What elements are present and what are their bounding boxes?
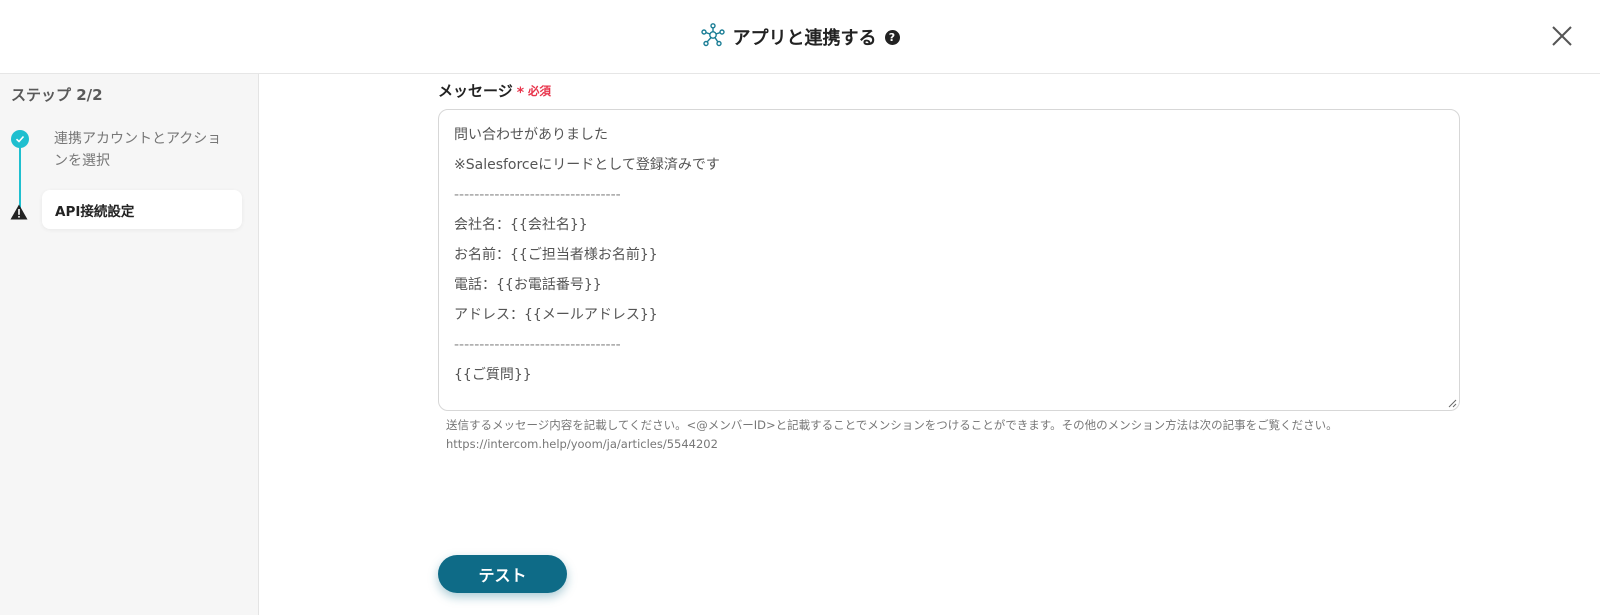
message-field-label: メッセージ * 必須: [438, 80, 551, 101]
test-button[interactable]: テスト: [438, 555, 567, 593]
message-line: 会社名：{{会社名}}: [454, 217, 588, 233]
message-line: 電話：{{お電話番号}}: [454, 277, 602, 293]
message-line: 問い合わせがありました: [454, 127, 608, 143]
help-icon[interactable]: ?: [884, 29, 900, 45]
message-line: ※Salesforceにリードとして登録済みです: [454, 157, 720, 173]
step-item-account-action[interactable]: 連携アカウントとアクションを選択: [54, 128, 234, 172]
message-line: ---------------------------------: [454, 187, 621, 203]
hint-text: 送信するメッセージ内容を記載してください。<@メンバーID>と記載することでメン…: [446, 418, 1338, 432]
modal-title: アプリと連携する: [732, 28, 877, 49]
message-line: {{ご質問}}: [454, 367, 532, 383]
close-button[interactable]: [1546, 20, 1578, 52]
message-line: アドレス：{{メールアドレス}}: [454, 307, 658, 323]
modal-header: アプリと連携する ?: [0, 0, 1600, 74]
check-circle-icon: [11, 130, 29, 148]
step-counter: ステップ 2/2: [11, 86, 103, 104]
close-icon: [1552, 26, 1572, 46]
header-title-group: アプリと連携する ?: [0, 0, 1600, 74]
hint-link[interactable]: https://intercom.help/yoom/ja/articles/5…: [446, 435, 1446, 454]
message-hint: 送信するメッセージ内容を記載してください。<@メンバーID>と記載することでメン…: [446, 416, 1446, 454]
message-line: お名前：{{ご担当者様お名前}}: [454, 247, 658, 263]
step-item-api-settings[interactable]: API接続設定: [42, 190, 242, 229]
step-sidebar: ステップ 2/2 連携アカウントとアクションを選択 API接続設定: [0, 74, 259, 615]
message-textarea[interactable]: 問い合わせがありました ※Salesforceにリードとして登録済みです ---…: [438, 109, 1460, 411]
required-label: 必須: [528, 83, 552, 98]
warning-icon: [10, 204, 28, 220]
app-connect-icon: [700, 23, 725, 51]
message-label: メッセージ: [438, 82, 513, 100]
required-asterisk: *: [516, 84, 525, 101]
resize-handle-icon[interactable]: [1447, 398, 1457, 408]
message-line: ---------------------------------: [454, 337, 621, 353]
